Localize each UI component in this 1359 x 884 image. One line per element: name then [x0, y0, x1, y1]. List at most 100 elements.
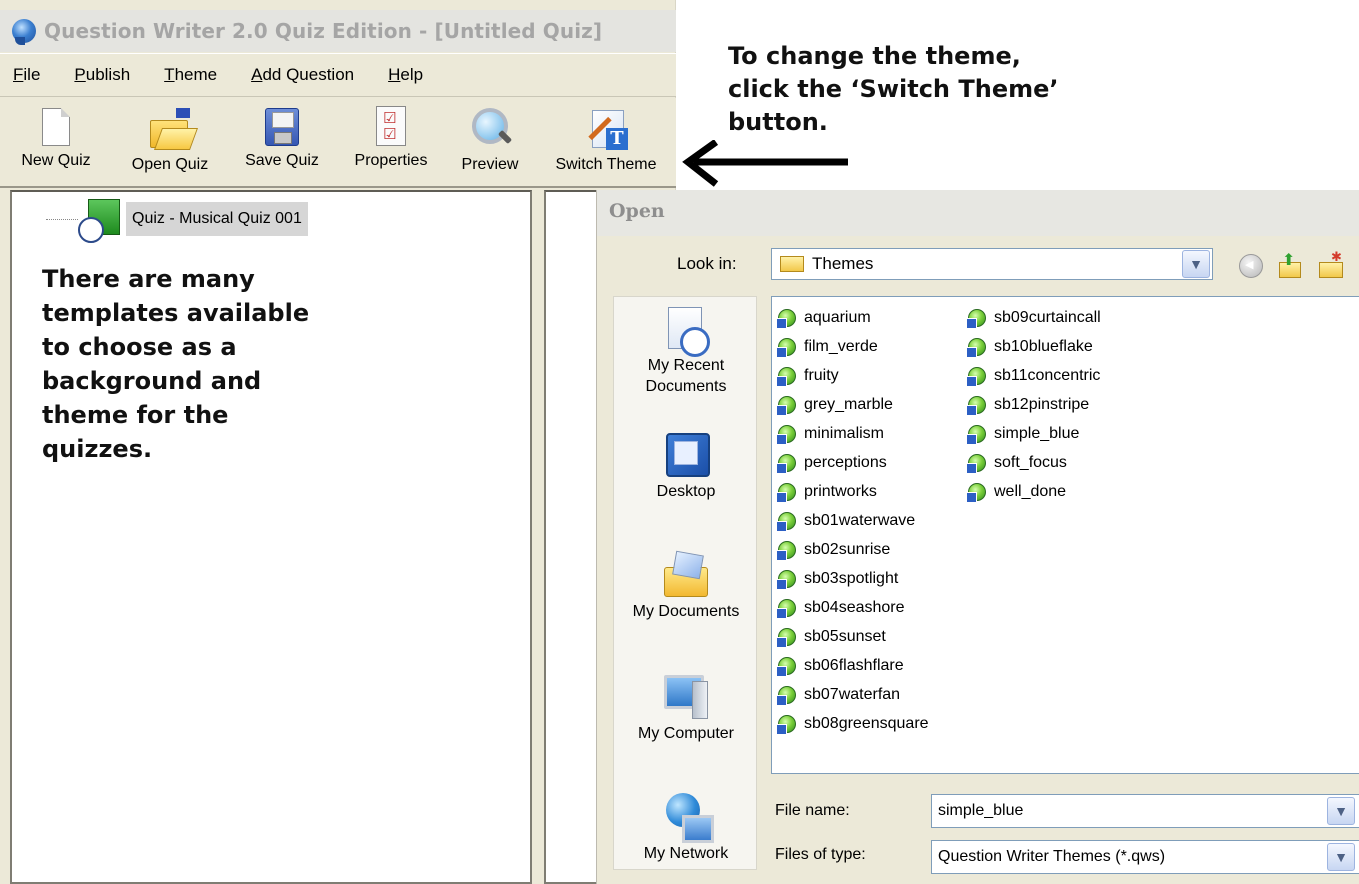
chevron-down-icon[interactable]: ▼ — [1327, 843, 1355, 871]
desktop-icon — [662, 431, 710, 477]
theme-file-icon — [776, 569, 796, 590]
place-label: My Network — [643, 845, 729, 862]
quiz-timer-icon — [78, 197, 124, 243]
list-item[interactable]: soft_focus — [966, 448, 1101, 477]
tree-node-label: Quiz - Musical Quiz 001 — [126, 202, 308, 236]
place-label: Desktop — [656, 483, 716, 500]
list-item[interactable]: sb10blueflake — [966, 332, 1101, 361]
list-item[interactable]: well_done — [966, 477, 1101, 506]
window-title: Question Writer 2.0 Quiz Edition - [Unti… — [44, 19, 603, 43]
new-quiz-button[interactable]: New Quiz — [18, 98, 94, 186]
list-item[interactable]: sb03spotlight — [776, 564, 929, 593]
menu-theme[interactable]: Theme — [164, 65, 217, 85]
theme-wand-icon — [586, 106, 628, 150]
recent-documents-icon — [662, 305, 710, 357]
chevron-down-icon[interactable]: ▼ — [1327, 797, 1355, 825]
list-item[interactable]: sb02sunrise — [776, 535, 929, 564]
my-network-icon — [662, 793, 714, 843]
menu-help[interactable]: Help — [388, 65, 423, 85]
pointer-arrow-icon — [682, 140, 848, 187]
annotation-line: background and — [42, 367, 262, 395]
annotation-line: theme for the — [42, 401, 229, 429]
magnifier-icon — [470, 106, 510, 150]
theme-file-icon — [776, 337, 796, 358]
up-folder-icon[interactable] — [1277, 250, 1301, 278]
file-type-label: Files of type: — [775, 846, 866, 863]
menu-bar: File Publish Theme Add Question Help — [0, 53, 676, 97]
chevron-down-icon[interactable]: ▼ — [1182, 250, 1210, 278]
annotation-switch-theme: To change the theme, click the ‘Switch T… — [728, 40, 1148, 139]
place-my-documents[interactable]: My Documents — [614, 551, 758, 622]
properties-label: Properties — [354, 152, 428, 169]
theme-file-icon — [776, 656, 796, 677]
list-item[interactable]: perceptions — [776, 448, 929, 477]
app-globe-icon — [12, 19, 36, 45]
theme-file-icon — [776, 714, 796, 735]
file-type-select[interactable]: Question Writer Themes (*.qws) ▼ — [931, 840, 1359, 874]
dialog-title: Open — [597, 190, 1359, 236]
open-folder-icon — [148, 106, 192, 150]
place-my-recent-documents[interactable]: My Recent Documents — [614, 305, 758, 397]
list-item[interactable]: grey_marble — [776, 390, 929, 419]
preview-label: Preview — [461, 156, 519, 173]
properties-button[interactable]: Properties — [346, 98, 436, 186]
list-item[interactable]: aquarium — [776, 303, 929, 332]
list-item[interactable]: sb12pinstripe — [966, 390, 1101, 419]
menu-add-question[interactable]: Add Question — [251, 65, 354, 85]
list-item[interactable]: sb06flashflare — [776, 651, 929, 680]
theme-file-icon — [776, 598, 796, 619]
open-dialog: Open Look in: Themes ▼ My Recent Documen… — [596, 190, 1359, 884]
place-my-computer[interactable]: My Computer — [614, 673, 758, 744]
menu-file[interactable]: File — [13, 65, 40, 85]
menu-publish[interactable]: Publish — [74, 65, 130, 85]
list-item[interactable]: simple_blue — [966, 419, 1101, 448]
list-item[interactable]: printworks — [776, 477, 929, 506]
back-icon[interactable] — [1239, 254, 1263, 278]
list-item[interactable]: sb05sunset — [776, 622, 929, 651]
list-item[interactable]: fruity — [776, 361, 929, 390]
list-item[interactable]: sb04seashore — [776, 593, 929, 622]
look-in-combo[interactable]: Themes ▼ — [771, 248, 1213, 280]
floppy-disk-icon — [265, 108, 299, 146]
place-my-network[interactable]: My Network — [614, 793, 758, 864]
theme-file-icon — [966, 366, 986, 387]
file-name-field[interactable]: simple_blue ▼ — [931, 794, 1359, 828]
list-item[interactable]: sb09curtaincall — [966, 303, 1101, 332]
list-item[interactable]: minimalism — [776, 419, 929, 448]
new-folder-icon[interactable] — [1317, 250, 1343, 278]
theme-file-icon — [966, 337, 986, 358]
list-item[interactable]: sb11concentric — [966, 361, 1101, 390]
theme-file-icon — [966, 424, 986, 445]
place-desktop[interactable]: Desktop — [614, 431, 758, 502]
open-quiz-label: Open Quiz — [131, 156, 209, 173]
switch-theme-label: Switch Theme — [555, 156, 657, 173]
preview-button[interactable]: Preview — [454, 98, 526, 186]
theme-file-icon — [776, 685, 796, 706]
theme-file-icon — [776, 482, 796, 503]
folder-icon — [780, 256, 804, 272]
list-item[interactable]: sb07waterfan — [776, 680, 929, 709]
look-in-label: Look in: — [677, 254, 737, 273]
theme-file-icon — [776, 627, 796, 648]
annotation-templates: There are many templates available to ch… — [42, 262, 372, 466]
theme-file-icon — [966, 482, 986, 503]
save-quiz-label: Save Quiz — [245, 152, 319, 169]
place-label: My Computer — [637, 725, 735, 742]
tree-connector — [46, 218, 78, 220]
theme-file-icon — [776, 308, 796, 329]
list-item[interactable]: sb08greensquare — [776, 709, 929, 738]
save-quiz-button[interactable]: Save Quiz — [236, 98, 328, 186]
theme-file-icon — [776, 395, 796, 416]
switch-theme-button[interactable]: Switch Theme — [544, 98, 668, 186]
look-in-value: Themes — [812, 254, 874, 273]
theme-file-icon — [966, 453, 986, 474]
list-item[interactable]: sb01waterwave — [776, 506, 929, 535]
annotation-line: click the ‘Switch Theme’ — [728, 75, 1059, 103]
file-list: aquarium film_verde fruity grey_marble m… — [771, 296, 1359, 774]
tree-node-quiz[interactable]: Quiz - Musical Quiz 001 — [46, 196, 308, 243]
toolbar: New Quiz Open Quiz Save Quiz Properties … — [0, 98, 676, 188]
open-quiz-button[interactable]: Open Quiz — [124, 98, 216, 186]
my-documents-icon — [662, 551, 710, 597]
list-item[interactable]: film_verde — [776, 332, 929, 361]
annotation-line: to choose as a — [42, 333, 237, 361]
